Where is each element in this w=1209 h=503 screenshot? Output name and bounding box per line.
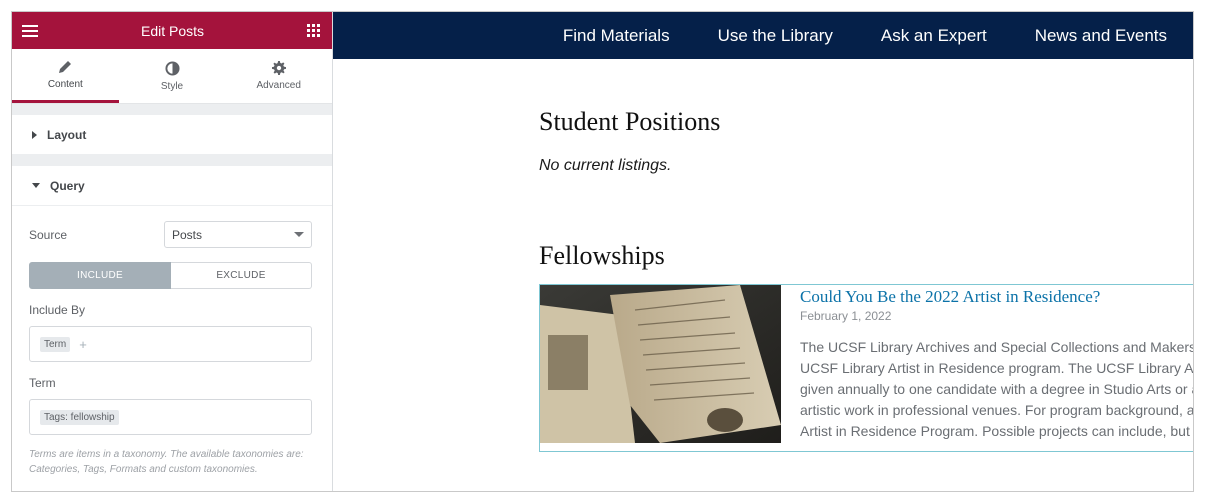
- nav-use-the-library[interactable]: Use the Library: [718, 26, 833, 46]
- sidebar-header: Edit Posts: [12, 12, 332, 49]
- editor-frame: Edit Posts Content Style Advanced Layout…: [11, 11, 1194, 492]
- fellowships-heading: Fellowships: [539, 241, 665, 270]
- include-by-field[interactable]: Term +: [29, 326, 312, 362]
- hamburger-menu-icon[interactable]: [22, 24, 38, 38]
- source-value: Posts: [172, 227, 203, 242]
- section-layout[interactable]: Layout: [12, 115, 332, 155]
- spacer: [12, 104, 332, 115]
- preview-content: Student Positions No current listings. F…: [539, 59, 1194, 452]
- source-select[interactable]: Posts: [164, 221, 312, 248]
- chevron-down-icon: [294, 232, 304, 237]
- no-listings-text: No current listings.: [539, 157, 672, 174]
- pencil-icon: [58, 60, 72, 74]
- grid-apps-icon[interactable]: [307, 24, 320, 37]
- source-label: Source: [29, 227, 68, 242]
- editor-sidebar: Edit Posts Content Style Advanced Layout…: [12, 12, 333, 491]
- caret-down-icon: [32, 183, 40, 188]
- include-by-chip[interactable]: Term: [40, 336, 71, 352]
- post-date: February 1, 2022: [800, 309, 892, 323]
- post-excerpt: The UCSF Library Archives and Special Co…: [800, 339, 1194, 439]
- post-text: Could You Be the 2022 Artist in Residenc…: [781, 285, 1194, 451]
- term-chip[interactable]: Tags: fellowship: [40, 409, 119, 425]
- spacer: [12, 155, 332, 166]
- source-row: Source Posts: [29, 221, 312, 248]
- panel-tabs: Content Style Advanced: [12, 49, 332, 104]
- section-query[interactable]: Query: [12, 166, 332, 206]
- include-by-label: Include By: [29, 303, 86, 317]
- sidebar-title: Edit Posts: [140, 22, 205, 39]
- post-card[interactable]: Could You Be the 2022 Artist in Residenc…: [539, 284, 1194, 452]
- section-query-label: Query: [50, 178, 85, 193]
- site-nav: Find Materials Use the Library Ask an Ex…: [333, 12, 1193, 59]
- gear-icon: [271, 61, 286, 75]
- exclude-button[interactable]: EXCLUDE: [171, 262, 312, 289]
- tab-advanced[interactable]: Advanced: [225, 49, 332, 103]
- post-title-link[interactable]: Could You Be the 2022 Artist in Residenc…: [800, 287, 1193, 307]
- plus-icon[interactable]: +: [79, 338, 87, 351]
- student-positions-heading: Student Positions: [539, 107, 721, 136]
- nav-find-materials[interactable]: Find Materials: [563, 26, 670, 46]
- nav-ask-an-expert[interactable]: Ask an Expert: [881, 26, 987, 46]
- half-circle-icon: [164, 60, 180, 76]
- query-controls: Source Posts INCLUDE EXCLUDE Include By …: [12, 206, 332, 491]
- tab-advanced-label: Advanced: [256, 80, 301, 91]
- term-field[interactable]: Tags: fellowship: [29, 399, 312, 435]
- section-layout-label: Layout: [47, 127, 87, 142]
- post-thumbnail[interactable]: [540, 285, 781, 443]
- tab-style-label: Style: [160, 80, 184, 92]
- page-preview: Find Materials Use the Library Ask an Ex…: [333, 12, 1194, 491]
- caret-right-icon: [32, 130, 37, 139]
- tab-content-label: Content: [47, 78, 83, 90]
- tab-content[interactable]: Content: [12, 49, 119, 103]
- tab-style[interactable]: Style: [119, 49, 226, 103]
- term-label: Term: [29, 376, 56, 390]
- nav-news-and-events[interactable]: News and Events: [1035, 26, 1167, 46]
- include-exclude-switch: INCLUDE EXCLUDE: [29, 262, 312, 289]
- term-help-text: Terms are items in a taxonomy. The avail…: [29, 449, 304, 475]
- include-button[interactable]: INCLUDE: [29, 262, 171, 289]
